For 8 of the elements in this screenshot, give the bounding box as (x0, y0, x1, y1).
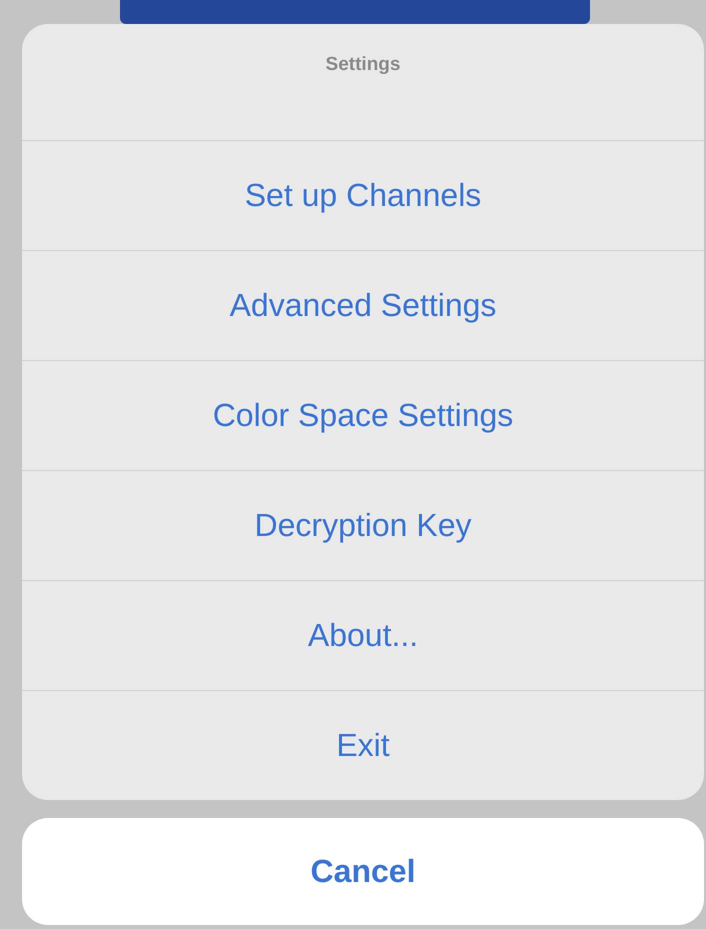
cancel-button[interactable]: Cancel (22, 818, 704, 925)
action-button[interactable]: Color Space Settings (22, 360, 704, 470)
action-button[interactable]: About... (22, 580, 704, 690)
action-button[interactable]: Set up Channels (22, 140, 704, 250)
action-button[interactable]: Exit (22, 690, 704, 800)
sheet-title: Settings (324, 53, 402, 77)
action-button[interactable]: Decryption Key (22, 470, 704, 580)
action-button[interactable]: Advanced Settings (22, 250, 704, 360)
